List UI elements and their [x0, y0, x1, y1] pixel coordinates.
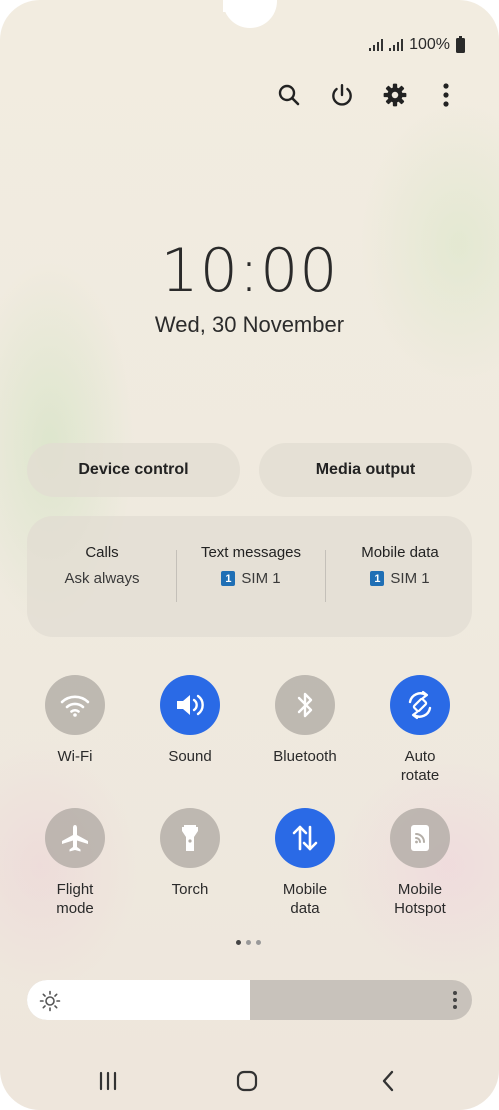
torch-icon[interactable] [160, 808, 220, 868]
page-dot [246, 940, 251, 945]
back-icon[interactable] [368, 1064, 408, 1098]
calls-value: Ask always [64, 570, 140, 587]
mobile-data-setting[interactable]: Mobile data 1 SIM 1 [325, 544, 475, 587]
signal-1-icon [369, 39, 384, 51]
status-bar: 100% [369, 35, 465, 54]
tile-label: Auto rotate [400, 748, 440, 784]
top-actions [268, 78, 468, 112]
brightness-slider[interactable] [27, 980, 472, 1020]
wifi-icon[interactable] [45, 675, 105, 735]
text-messages-setting[interactable]: Text messages 1 SIM 1 [177, 544, 325, 587]
media-output-button[interactable]: Media output [259, 443, 472, 497]
tile-label: Mobile data [282, 881, 328, 917]
battery-percent: 100% [409, 36, 450, 53]
mobile-data-icon[interactable] [275, 808, 335, 868]
brightness-more-icon[interactable] [452, 990, 458, 1015]
tile-label: Torch [171, 881, 209, 898]
sun-icon [39, 990, 61, 1017]
battery-icon [456, 35, 465, 53]
sim-manager-card: Calls Ask always Text messages 1 SIM 1 M… [27, 516, 472, 637]
device-control-button[interactable]: Device control [27, 443, 240, 497]
sim-1-icon: 1 [370, 571, 385, 586]
quick-panel-screen: 100% 10:00 Wed, 30 November Device contr… [0, 0, 499, 1110]
page-dot [256, 940, 261, 945]
more-vert-icon[interactable] [429, 78, 463, 112]
hotspot-icon[interactable] [390, 808, 450, 868]
signal-2-icon [389, 39, 404, 51]
tile-flight-mode[interactable]: Flight mode [20, 808, 130, 918]
home-icon[interactable] [227, 1064, 267, 1098]
date-text: Wed, 30 November [154, 312, 345, 337]
tile-mobile-data[interactable]: Mobile data [250, 808, 360, 918]
calls-setting[interactable]: Calls Ask always [27, 544, 177, 587]
tile-sound[interactable]: Sound [135, 675, 245, 766]
auto-rotate-icon[interactable] [390, 675, 450, 735]
bluetooth-icon[interactable] [275, 675, 335, 735]
tile-wifi[interactable]: Wi-Fi [20, 675, 130, 766]
tile-auto-rotate[interactable]: Auto rotate [365, 675, 475, 785]
page-dot [236, 940, 241, 945]
airplane-icon[interactable] [45, 808, 105, 868]
tile-label: Flight mode [56, 881, 94, 917]
speaker-icon[interactable] [160, 675, 220, 735]
tile-mobile-hotspot[interactable]: Mobile Hotspot [365, 808, 475, 918]
page-indicator [236, 940, 261, 945]
mobile-data-value: SIM 1 [390, 570, 430, 587]
gear-icon[interactable] [378, 78, 412, 112]
search-icon[interactable] [272, 78, 306, 112]
tile-label: Wi-Fi [57, 748, 93, 765]
power-icon[interactable] [325, 78, 359, 112]
tile-label: Bluetooth [273, 748, 337, 765]
sim-1-icon: 1 [221, 571, 236, 586]
mobile-data-title: Mobile data [361, 544, 439, 561]
navigation-bar [0, 1064, 499, 1098]
text-messages-title: Text messages [200, 544, 302, 561]
recent-apps-icon[interactable] [88, 1064, 128, 1098]
text-messages-value: SIM 1 [241, 570, 281, 587]
calls-title: Calls [85, 544, 119, 561]
clock: 10:00 [160, 236, 339, 306]
tile-torch[interactable]: Torch [135, 808, 245, 899]
tile-label: Sound [168, 748, 212, 765]
tile-bluetooth[interactable]: Bluetooth [250, 675, 360, 766]
camera-notch [223, 0, 277, 28]
tile-label: Mobile Hotspot [394, 881, 446, 917]
